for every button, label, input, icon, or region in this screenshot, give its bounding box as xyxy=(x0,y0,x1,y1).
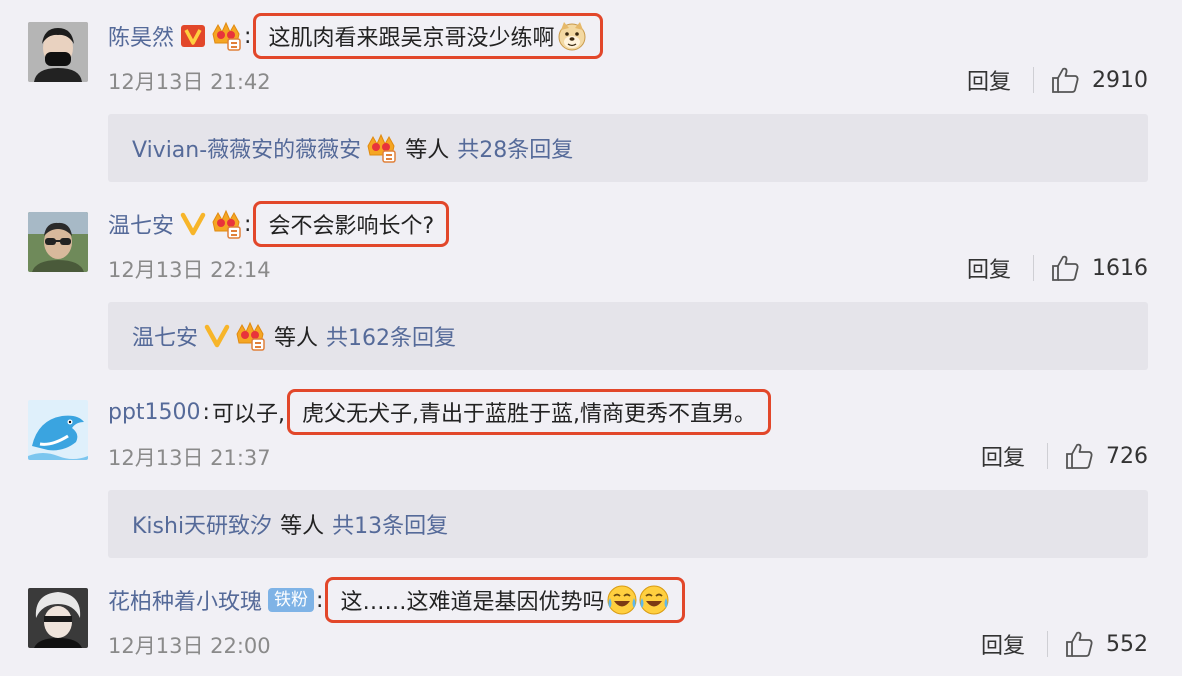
username[interactable]: 陈昊然 xyxy=(108,20,174,52)
reply-username[interactable]: Vivian-薇薇安的薇薇安 xyxy=(132,132,361,164)
highlighted-comment-box: 这肌肉看来跟吴京哥没少练啊 xyxy=(253,13,604,59)
avatar[interactable] xyxy=(28,22,88,82)
reply-summary[interactable]: 温七安 等人 共162条回复 xyxy=(108,302,1148,370)
comment-text: 会不会影响长个? xyxy=(268,214,435,239)
reply-etc: 等人 xyxy=(280,514,325,539)
reply-username[interactable]: 温七安 xyxy=(132,320,198,352)
laugh-cry-emoji-icon xyxy=(638,584,670,616)
highlighted-comment-box: 虎父无犬子,青出于蓝胜于蓝,情商更秀不直男。 xyxy=(286,389,771,435)
divider xyxy=(1047,443,1048,469)
verified-v-icon xyxy=(180,24,206,48)
avatar[interactable] xyxy=(28,212,88,272)
comment-prefix: 可以子, xyxy=(211,402,285,427)
reply-summary[interactable]: Kishi天研致汐 等人 共13条回复 xyxy=(108,490,1148,558)
reply-etc: 等人 xyxy=(405,138,450,163)
like-count: 2910 xyxy=(1092,67,1148,93)
comment-time: 12月13日 22:14 xyxy=(108,258,271,282)
username[interactable]: 温七安 xyxy=(108,208,174,240)
highlighted-comment-box: 会不会影响长个? xyxy=(253,201,450,247)
reply-username[interactable]: Kishi天研致汐 xyxy=(132,508,272,540)
thumbs-up-icon[interactable] xyxy=(1050,253,1080,283)
comment-time: 12月13日 21:37 xyxy=(108,446,271,470)
divider xyxy=(1047,631,1048,657)
username[interactable]: ppt1500 xyxy=(108,400,201,425)
laugh-cry-emoji-icon xyxy=(606,584,638,616)
verified-v-icon xyxy=(204,324,230,348)
reply-button[interactable]: 回复 xyxy=(967,252,1011,284)
doge-emoji-icon xyxy=(558,22,586,51)
crown-icon xyxy=(234,321,266,351)
reply-button[interactable]: 回复 xyxy=(967,64,1011,96)
reply-summary[interactable]: Vivian-薇薇安的薇薇安 等人 共28条回复 xyxy=(108,114,1148,182)
thumbs-up-icon[interactable] xyxy=(1064,629,1094,659)
comment-time: 12月13日 21:42 xyxy=(108,70,271,94)
reply-total-link[interactable]: 共162条回复 xyxy=(326,320,456,352)
reply-button[interactable]: 回复 xyxy=(981,440,1025,472)
fan-badge: 铁粉 xyxy=(268,588,315,612)
crown-icon xyxy=(210,21,242,51)
reply-button[interactable]: 回复 xyxy=(981,628,1025,660)
avatar[interactable] xyxy=(28,588,88,648)
crown-icon xyxy=(210,209,242,239)
reply-total-link[interactable]: 共13条回复 xyxy=(332,508,448,540)
crown-icon xyxy=(365,133,397,163)
divider xyxy=(1033,255,1034,281)
reply-etc: 等人 xyxy=(274,326,319,351)
comment-time: 12月13日 22:00 xyxy=(108,634,271,658)
like-count: 552 xyxy=(1106,631,1148,657)
like-count: 726 xyxy=(1106,443,1148,469)
username[interactable]: 花柏种着小玫瑰 xyxy=(108,584,262,616)
comment-text: 这肌肉看来跟吴京哥没少练啊 xyxy=(268,26,555,51)
like-count: 1616 xyxy=(1092,255,1148,281)
comment-text: 虎父无犬子,青出于蓝胜于蓝,情商更秀不直男。 xyxy=(301,402,756,427)
avatar[interactable] xyxy=(28,400,88,460)
reply-total-link[interactable]: 共28条回复 xyxy=(457,132,573,164)
verified-v-icon xyxy=(180,212,206,236)
thumbs-up-icon[interactable] xyxy=(1064,441,1094,471)
comment-text: 这……这难道是基因优势吗 xyxy=(340,590,605,615)
highlighted-comment-box: 这……这难道是基因优势吗 xyxy=(325,577,686,623)
thumbs-up-icon[interactable] xyxy=(1050,65,1080,95)
divider xyxy=(1033,67,1034,93)
